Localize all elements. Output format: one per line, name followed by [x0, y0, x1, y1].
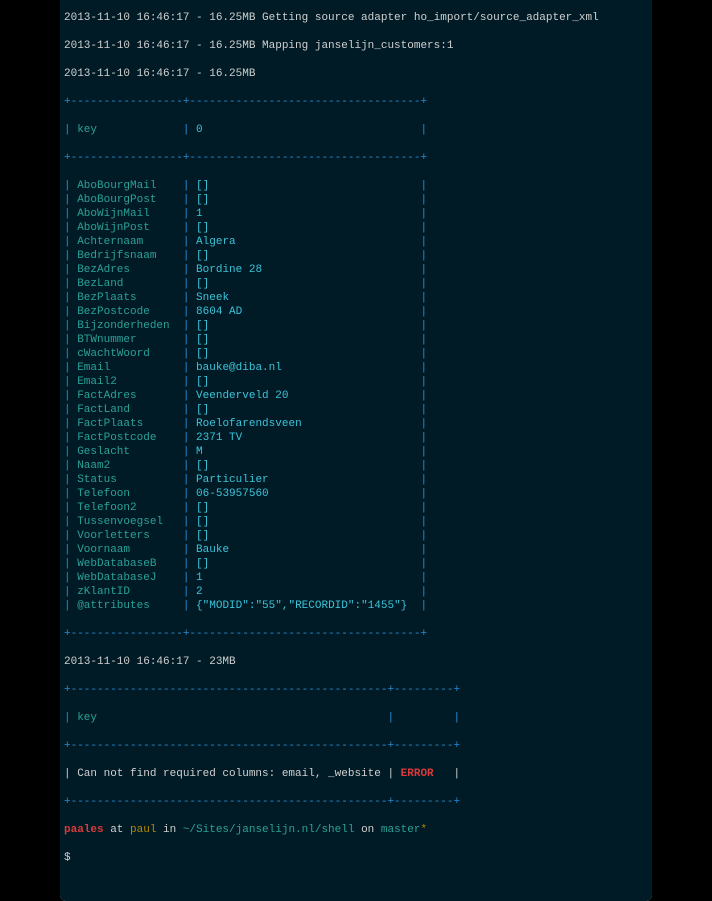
- table-row: | BezAdres | Bordine 28 |: [64, 263, 648, 277]
- table-row: | FactLand | [] |: [64, 403, 648, 417]
- prompt-dollar: $: [64, 851, 648, 865]
- table-row: | @attributes | {"MODID":"55","RECORDID"…: [64, 599, 648, 613]
- table-border: +-----------------+---------------------…: [64, 151, 648, 165]
- table-row: | Voorletters | [] |: [64, 529, 648, 543]
- table-row: | Achternaam | Algera |: [64, 235, 648, 249]
- table-border: +---------------------------------------…: [64, 795, 648, 809]
- table-row: | WebDatabaseB | [] |: [64, 557, 648, 571]
- table-row: | zKlantID | 2 |: [64, 585, 648, 599]
- log-line: 2013-11-10 16:46:17 - 16.25MB Mapping ja…: [64, 39, 648, 53]
- log-line: 2013-11-10 16:46:17 - 16.25MB: [64, 67, 648, 81]
- table-border: +---------------------------------------…: [64, 739, 648, 753]
- error-row: | Can not find required columns: email, …: [64, 767, 648, 781]
- table-row: | AboWijnMail | 1 |: [64, 207, 648, 221]
- table-row: | Telefoon | 06-53957560 |: [64, 487, 648, 501]
- terminal-window: shell — bash — 84×48 paales at paul in ~…: [60, 0, 652, 901]
- table-row: | Naam2 | [] |: [64, 459, 648, 473]
- table-body: | AboBourgMail | [] || AboBourgPost | []…: [64, 179, 648, 613]
- prompt-line: paales at paul in ~/Sites/janselijn.nl/s…: [64, 823, 648, 837]
- log-line: 2013-11-10 16:46:17 - 16.25MB Getting so…: [64, 11, 648, 25]
- table-header: | key | 0 |: [64, 123, 648, 137]
- table-row: | Status | Particulier |: [64, 473, 648, 487]
- table-row: | cWachtWoord | [] |: [64, 347, 648, 361]
- table-header: | key | |: [64, 711, 648, 725]
- table-row: | Voornaam | Bauke |: [64, 543, 648, 557]
- table-row: | BezPlaats | Sneek |: [64, 291, 648, 305]
- table-border: +-----------------+---------------------…: [64, 95, 648, 109]
- table-row: | Tussenvoegsel | [] |: [64, 515, 648, 529]
- table-row: | Geslacht | M |: [64, 445, 648, 459]
- table-row: | Telefoon2 | [] |: [64, 501, 648, 515]
- table-border: +---------------------------------------…: [64, 683, 648, 697]
- table-row: | Bijzonderheden | [] |: [64, 319, 648, 333]
- table-row: | FactPostcode | 2371 TV |: [64, 431, 648, 445]
- table-row: | FactPlaats | Roelofarendsveen |: [64, 417, 648, 431]
- table-row: | Email | bauke@diba.nl |: [64, 361, 648, 375]
- terminal-body[interactable]: paales at paul in ~/Sites/janselijn.nl/s…: [60, 0, 652, 901]
- table-row: | AboBourgMail | [] |: [64, 179, 648, 193]
- table-row: | AboBourgPost | [] |: [64, 193, 648, 207]
- table-row: | Email2 | [] |: [64, 375, 648, 389]
- table-row: | Bedrijfsnaam | [] |: [64, 249, 648, 263]
- log-line: 2013-11-10 16:46:17 - 23MB: [64, 655, 648, 669]
- table-row: | BezPostcode | 8604 AD |: [64, 305, 648, 319]
- table-row: | AboWijnPost | [] |: [64, 221, 648, 235]
- table-border: +-----------------+---------------------…: [64, 627, 648, 641]
- table-row: | FactAdres | Veenderveld 20 |: [64, 389, 648, 403]
- table-row: | BezLand | [] |: [64, 277, 648, 291]
- table-row: | BTWnummer | [] |: [64, 333, 648, 347]
- table-row: | WebDatabaseJ | 1 |: [64, 571, 648, 585]
